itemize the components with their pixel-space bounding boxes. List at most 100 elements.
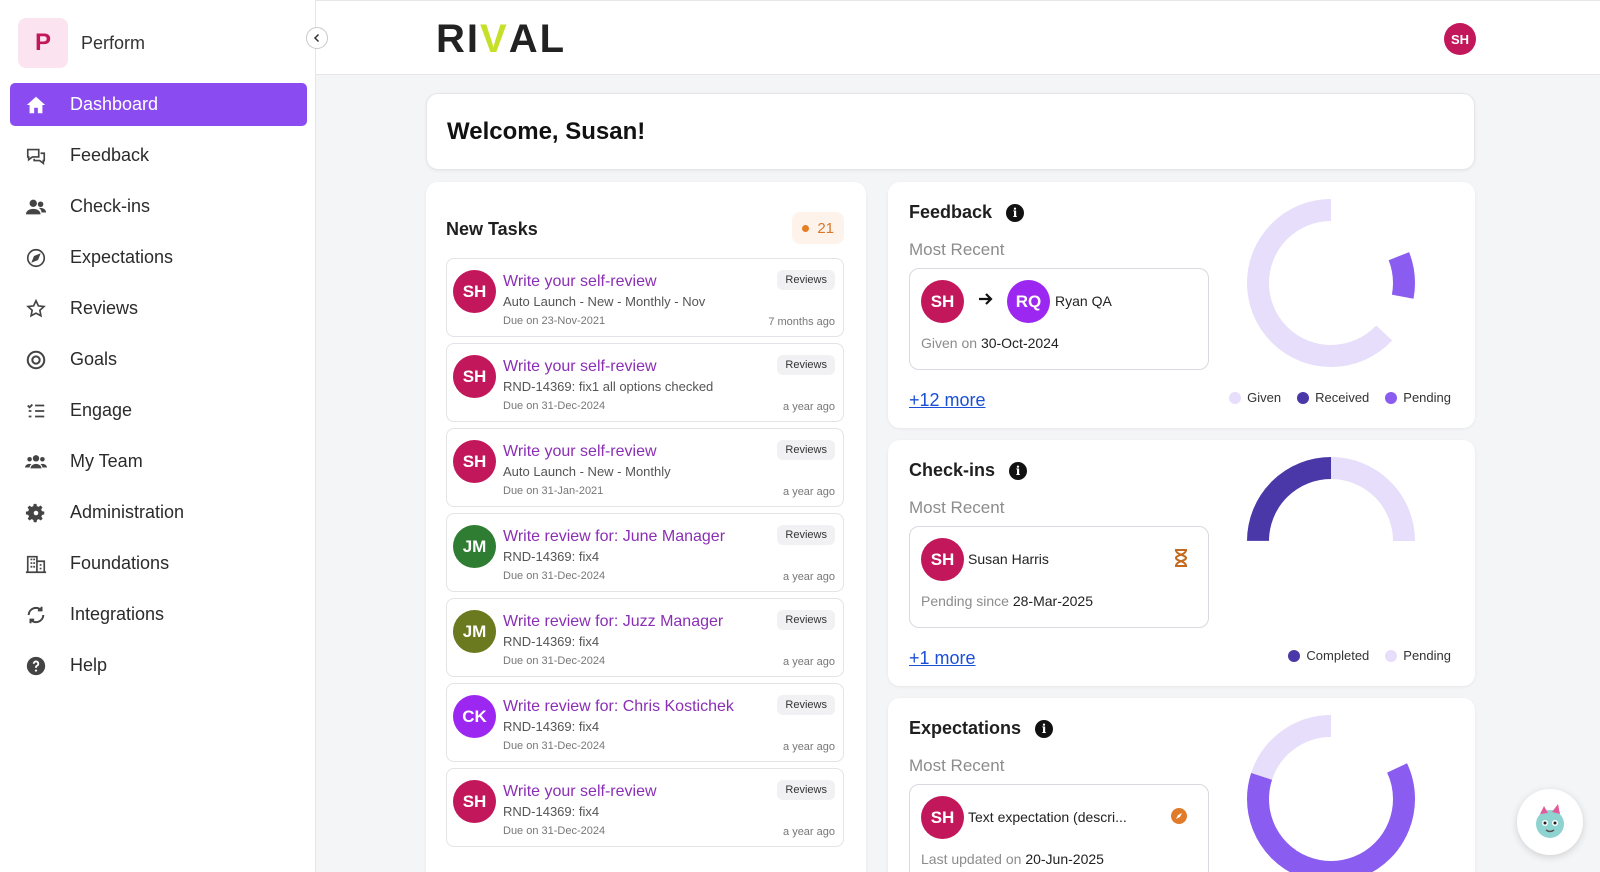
task-type-badge: Reviews [777, 695, 835, 715]
info-icon[interactable]: i [1006, 203, 1025, 222]
sidebar-item-help[interactable]: Help [10, 644, 307, 687]
meta-label: Last updated on [921, 851, 1022, 867]
legend-item-completed: Completed [1288, 648, 1369, 663]
task-item[interactable]: CK Write review for: Chris Kostichek RND-1… [446, 683, 844, 762]
check-ins-recent-item[interactable]: SH Susan Harris Pending since 28-Mar-202… [909, 526, 1209, 628]
legend-dot [1229, 391, 1242, 404]
legend-dot [1385, 649, 1398, 662]
task-item[interactable]: SH Write your self-review Auto Launch - Ne… [446, 428, 844, 507]
logo-text-v: V [480, 17, 509, 61]
expectations-title: Expectations i [909, 718, 1054, 739]
sidebar-item-expectations[interactable]: Expectations [10, 236, 307, 279]
logo-text-left: RI [436, 17, 480, 61]
expectations-title-text: Expectations [909, 718, 1022, 738]
task-title[interactable]: Write your self-review [503, 443, 657, 461]
legend-label: Given [1247, 390, 1282, 405]
task-due-date: Due on 31-Dec-2024 [503, 825, 606, 837]
task-timestamp: a year ago [783, 826, 835, 838]
sidebar-item-feedback[interactable]: Feedback [10, 134, 307, 177]
check-in-person-name: Susan Harris [968, 551, 1049, 567]
collapse-sidebar-button[interactable] [306, 27, 328, 49]
legend-item-given: Given [1229, 390, 1281, 405]
task-timestamp: a year ago [783, 486, 835, 498]
sidebar-nav: Dashboard Feedback Check-ins Expectation… [10, 83, 307, 695]
legend-item-pending: Pending [1385, 648, 1451, 663]
task-item[interactable]: SH Write your self-review RND-14369: fix1 … [446, 343, 844, 422]
task-subtitle: RND-14369: fix4 [503, 804, 600, 819]
meta-label: Pending since [921, 593, 1009, 609]
task-item[interactable]: SH Write your self-review RND-14369: fix4 D… [446, 768, 844, 847]
legend-dot [1385, 391, 1398, 404]
check-ins-more-link[interactable]: +1 more [909, 648, 976, 669]
task-type-badge: Reviews [777, 440, 835, 460]
sidebar-item-label: Feedback [70, 145, 150, 165]
task-title[interactable]: Write review for: Chris Kostichek [503, 698, 734, 716]
feedback-more-link[interactable]: +12 more [909, 390, 986, 411]
task-type-badge: Reviews [777, 610, 835, 630]
avatar: JM [453, 525, 496, 568]
help-icon [24, 654, 48, 678]
team-icon [24, 450, 48, 474]
avatar: JM [453, 610, 496, 653]
hourglass-icon [1174, 549, 1188, 567]
avatar: CK [453, 695, 496, 738]
top-bar: RI V AL SH [316, 0, 1600, 75]
legend-dot [1297, 391, 1310, 404]
meta-label: Given on [921, 335, 978, 351]
sidebar-item-label: Expectations [70, 247, 174, 267]
task-subtitle: RND-14369: fix1 all options checked [503, 379, 714, 394]
sidebar-item-foundations[interactable]: Foundations [10, 542, 307, 585]
task-timestamp: a year ago [783, 571, 835, 583]
star-icon [24, 297, 48, 321]
task-item[interactable]: SH Write your self-review Auto Launch - Ne… [446, 258, 844, 337]
task-due-date: Due on 31-Dec-2024 [503, 655, 606, 667]
brand-name: Perform [81, 32, 146, 53]
sidebar-item-administration[interactable]: Administration [10, 491, 307, 534]
sidebar-item-goals[interactable]: Goals [10, 338, 307, 381]
task-title[interactable]: Write review for: June Manager [503, 528, 725, 546]
task-item[interactable]: JM Write review for: June Manager RND-1436… [446, 513, 844, 592]
tasks-title: New Tasks [446, 219, 538, 239]
expectations-recent-item[interactable]: SH Text expectation (descri... Last upda… [909, 784, 1209, 872]
task-item[interactable]: JM Write review for: Juzz Manager RND-1436… [446, 598, 844, 677]
brand[interactable]: P Perform [18, 18, 145, 68]
avatar: SH [453, 780, 496, 823]
sidebar: P Perform Dashboard Feedback Check-ins E… [0, 0, 316, 872]
legend-item-received: Received [1297, 390, 1369, 405]
task-type-badge: Reviews [777, 525, 835, 545]
sidebar-item-label: Engage [70, 400, 133, 420]
task-timestamp: 7 months ago [768, 316, 835, 328]
task-title[interactable]: Write review for: Juzz Manager [503, 613, 723, 631]
user-avatar[interactable]: SH [1444, 23, 1476, 55]
legend-item-pending: Pending [1385, 390, 1451, 405]
sidebar-item-my-team[interactable]: My Team [10, 440, 307, 483]
sidebar-item-engage[interactable]: Engage [10, 389, 307, 432]
task-timestamp: a year ago [783, 401, 835, 413]
home-icon [24, 93, 48, 117]
sidebar-item-label: Help [70, 655, 108, 675]
sidebar-item-integrations[interactable]: Integrations [10, 593, 307, 636]
sidebar-item-reviews[interactable]: Reviews [10, 287, 307, 330]
sync-icon [24, 603, 48, 627]
task-title[interactable]: Write your self-review [503, 273, 657, 291]
sidebar-item-label: Integrations [70, 604, 165, 624]
new-tasks-card: New Tasks 21 SH Write your self-review Aut… [426, 182, 866, 872]
feedback-meta: Given on 30-Oct-2024 [921, 335, 1059, 351]
info-icon[interactable]: i [1009, 461, 1028, 480]
feedback-most-recent-label: Most Recent [909, 240, 1005, 259]
sidebar-item-dashboard[interactable]: Dashboard [10, 83, 307, 126]
feedback-recent-item[interactable]: SH RQ Ryan QA Given on 30-Oct-2024 [909, 268, 1209, 370]
sidebar-item-check-ins[interactable]: Check-ins [10, 185, 307, 228]
sidebar-item-label: Reviews [70, 298, 139, 318]
info-icon[interactable]: i [1035, 719, 1054, 738]
task-title[interactable]: Write your self-review [503, 783, 657, 801]
rival-logo[interactable]: RI V AL [436, 17, 566, 62]
check-ins-most-recent-label: Most Recent [909, 498, 1005, 517]
assistant-button[interactable] [1517, 789, 1583, 855]
task-title[interactable]: Write your self-review [503, 358, 657, 376]
sidebar-item-label: Goals [70, 349, 118, 369]
welcome-heading: Welcome, Susan! [447, 118, 646, 145]
legend-label: Pending [1403, 648, 1451, 663]
feedback-recipient-name: Ryan QA [1055, 293, 1112, 309]
check-ins-legend: Completed Pending [1272, 648, 1451, 663]
